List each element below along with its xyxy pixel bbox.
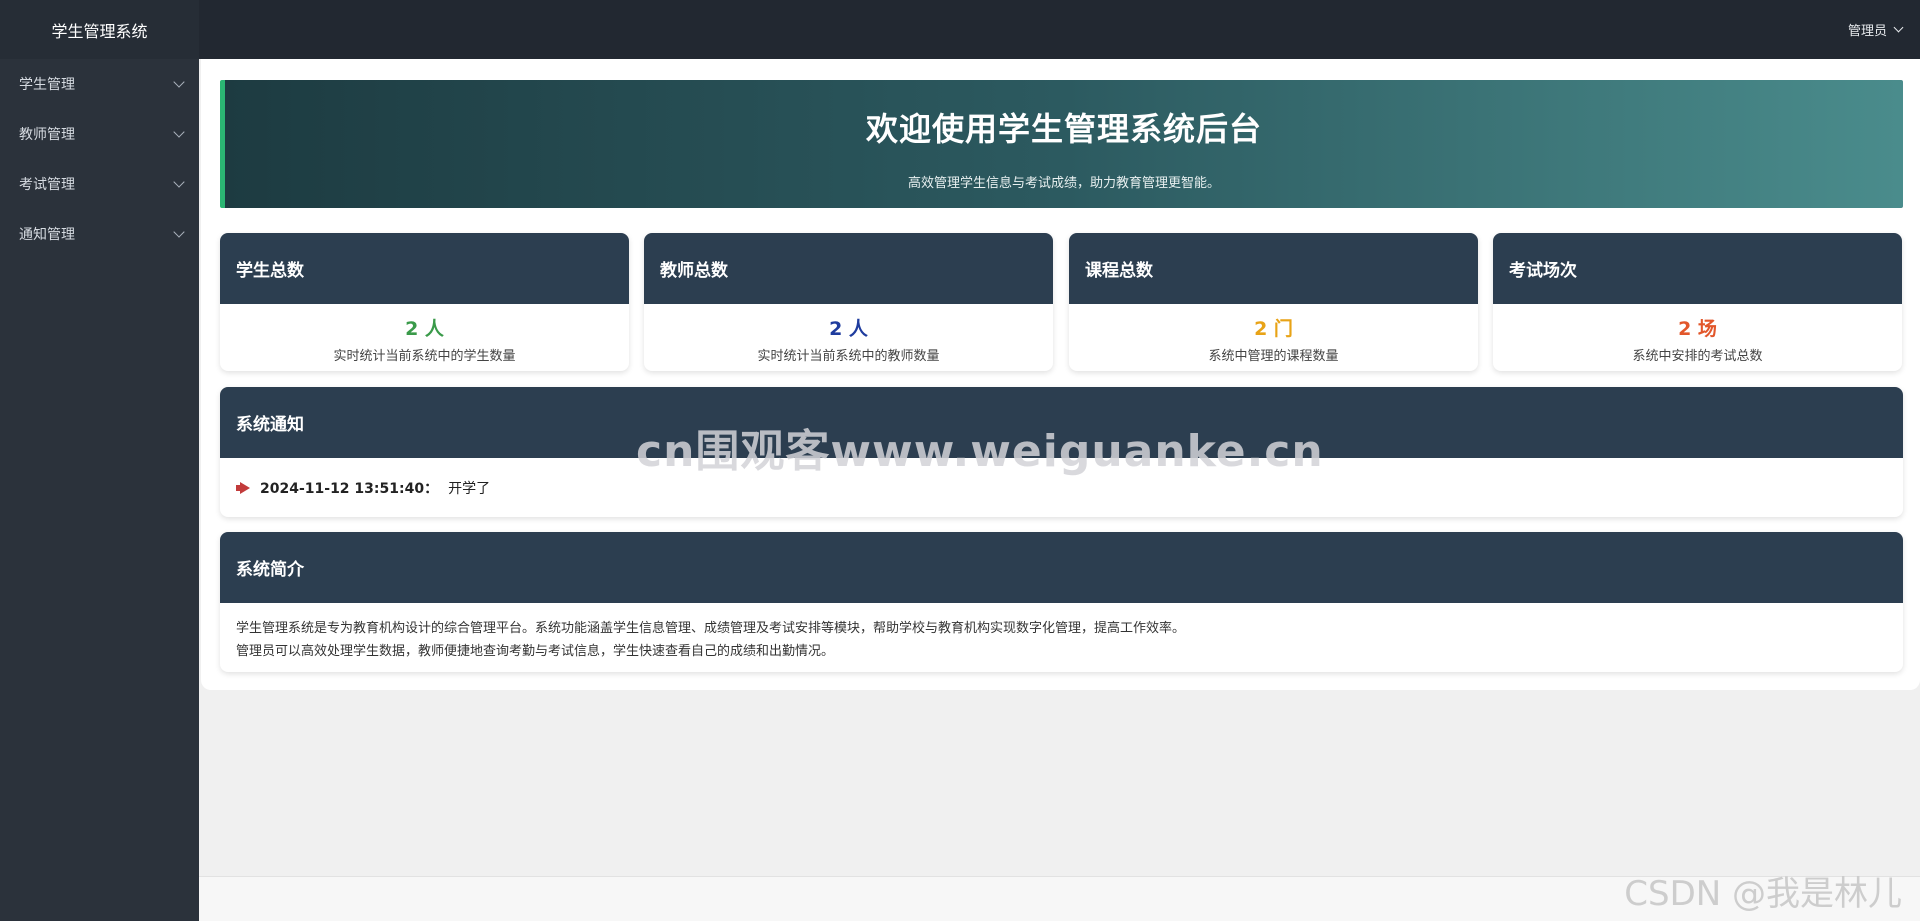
sidebar-item-student-management[interactable]: 学生管理 bbox=[0, 59, 199, 109]
intro-card: 系统简介 学生管理系统是专为教育机构设计的综合管理平台。系统功能涵盖学生信息管理… bbox=[220, 532, 1903, 672]
stat-card-teachers: 教师总数 2 人 实时统计当前系统中的教师数量 bbox=[644, 233, 1053, 371]
stat-desc: 系统中安排的考试总数 bbox=[1632, 349, 1763, 364]
stat-title: 教师总数 bbox=[644, 233, 1053, 304]
sidebar-item-label: 教师管理 bbox=[19, 127, 75, 143]
sidebar-item-exam-management[interactable]: 考试管理 bbox=[0, 159, 199, 209]
stat-title: 学生总数 bbox=[220, 233, 629, 304]
sidebar: 学生管理系统 学生管理 教师管理 考试管理 通知管理 bbox=[0, 0, 199, 921]
sidebar-item-teacher-management[interactable]: 教师管理 bbox=[0, 109, 199, 159]
user-menu[interactable]: 管理员 bbox=[1847, 20, 1904, 39]
banner-subtitle: 高效管理学生信息与考试成绩，助力教育管理更智能。 bbox=[907, 176, 1220, 191]
stat-title: 课程总数 bbox=[1069, 233, 1478, 304]
intro-line: 管理员可以高效处理学生数据，教师便捷地查询考勤与考试信息，学生快速查看自己的成绩… bbox=[236, 644, 835, 659]
chevron-down-icon bbox=[173, 76, 185, 88]
app-title: 学生管理系统 bbox=[0, 0, 199, 59]
intro-body: 学生管理系统是专为教育机构设计的综合管理平台。系统功能涵盖学生信息管理、成绩管理… bbox=[220, 603, 1903, 663]
intro-line: 学生管理系统是专为教育机构设计的综合管理平台。系统功能涵盖学生信息管理、成绩管理… bbox=[236, 621, 1186, 636]
notice-title: 系统通知 bbox=[220, 387, 1903, 458]
sidebar-item-label: 考试管理 bbox=[19, 177, 75, 193]
intro-title: 系统简介 bbox=[220, 532, 1903, 603]
sidebar-item-notice-management[interactable]: 通知管理 bbox=[0, 209, 199, 259]
top-bar: 管理员 bbox=[199, 0, 1920, 59]
stat-value: 2 人 bbox=[829, 318, 868, 340]
stat-card-students: 学生总数 2 人 实时统计当前系统中的学生数量 bbox=[220, 233, 629, 371]
stat-title: 考试场次 bbox=[1493, 233, 1902, 304]
stat-value: 2 场 bbox=[1678, 318, 1717, 340]
main-content: 欢迎使用学生管理系统后台 高效管理学生信息与考试成绩，助力教育管理更智能。 学生… bbox=[199, 59, 1920, 921]
stat-desc: 实时统计当前系统中的学生数量 bbox=[333, 349, 516, 364]
notice-content: 开学了 bbox=[448, 481, 491, 497]
banner-title: 欢迎使用学生管理系统后台 bbox=[865, 110, 1262, 148]
csdn-watermark: CSDN @我是林儿 bbox=[1624, 874, 1902, 914]
sidebar-item-label: 学生管理 bbox=[19, 77, 75, 93]
notice-item: 2024-11-12 13:51:40： 开学了 bbox=[220, 458, 1903, 498]
notice-card: 系统通知 2024-11-12 13:51:40： 开学了 bbox=[220, 387, 1903, 517]
chevron-down-icon bbox=[173, 226, 185, 238]
user-name: 管理员 bbox=[1847, 24, 1887, 39]
chevron-down-icon bbox=[173, 176, 185, 188]
stat-desc: 实时统计当前系统中的教师数量 bbox=[757, 349, 940, 364]
stat-value: 2 人 bbox=[405, 318, 444, 340]
stat-desc: 系统中管理的课程数量 bbox=[1208, 349, 1339, 364]
dashboard-panel: 欢迎使用学生管理系统后台 高效管理学生信息与考试成绩，助力教育管理更智能。 学生… bbox=[201, 59, 1920, 690]
sidebar-item-label: 通知管理 bbox=[19, 227, 75, 243]
megaphone-icon bbox=[236, 482, 254, 494]
stat-card-courses: 课程总数 2 门 系统中管理的课程数量 bbox=[1069, 233, 1478, 371]
stat-card-exams: 考试场次 2 场 系统中安排的考试总数 bbox=[1493, 233, 1902, 371]
chevron-down-icon bbox=[1893, 22, 1904, 33]
chevron-down-icon bbox=[173, 126, 185, 138]
stat-value: 2 门 bbox=[1254, 318, 1293, 340]
welcome-banner: 欢迎使用学生管理系统后台 高效管理学生信息与考试成绩，助力教育管理更智能。 bbox=[220, 80, 1903, 208]
notice-time: 2024-11-12 13:51:40： bbox=[260, 481, 439, 497]
